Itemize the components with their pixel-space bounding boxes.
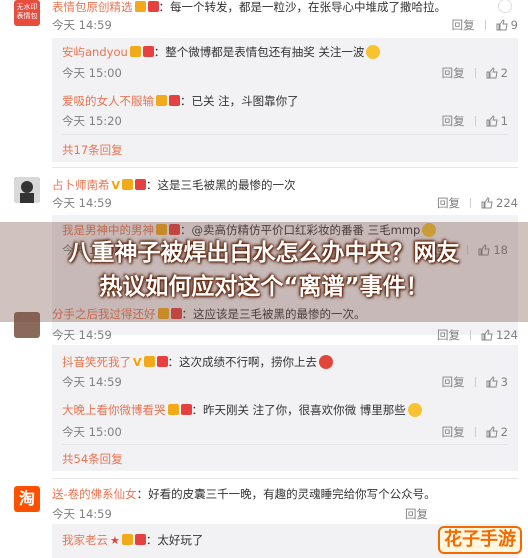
reply-button[interactable]: 回复 [437, 328, 460, 342]
comment-actions: 回复 [405, 506, 428, 522]
comment-text: ：好看的皮囊三千一晚，有趣的灵魂睡完给你写个公众号。 [136, 487, 436, 501]
headline-line-2: 热议如何应对这个“离谱”事件！ [99, 274, 429, 300]
more-replies-link[interactable]: 共54条回复 [62, 451, 123, 467]
comment-text: ：这次成绩不行啊，捞你上去 [167, 355, 318, 369]
comment-text: ：每一个转发，都是一粒沙，在张导心中堆成了撒哈拉。 [158, 0, 447, 14]
comment-author[interactable]: 表情包原创精选 [52, 0, 133, 14]
thumbs-up-icon[interactable] [486, 115, 498, 127]
reply-button[interactable]: 回复 [442, 425, 465, 439]
comment-time: 今天 15:00 [62, 66, 122, 80]
vip-badge-icon [121, 534, 133, 545]
reply-button[interactable]: 回复 [442, 66, 465, 80]
vip-badge-icon [167, 404, 179, 415]
divider [470, 198, 472, 208]
divider [52, 167, 518, 168]
comment-text: ：这是三毛被黑的最惨的一次 [146, 178, 296, 192]
thumbs-up-icon[interactable] [481, 329, 493, 341]
like-count: 3 [500, 375, 508, 389]
like-count: 124 [496, 328, 518, 342]
comment-author[interactable]: 大晚上看你微博看哭 [62, 403, 166, 417]
red-badge-icon [180, 404, 192, 415]
emoji-icon [366, 45, 381, 59]
comment-author[interactable]: 爱吸的女人不服输 [62, 94, 154, 108]
thumbs-up-icon[interactable] [496, 19, 508, 31]
comment-author[interactable]: 占卜师南希 [52, 178, 110, 192]
angry-emoji-icon [319, 355, 334, 369]
comment-text: ：昨天刚关 注了你，很喜欢你微 博里那些 [191, 403, 406, 417]
reply-button[interactable]: 回复 [442, 114, 465, 128]
comment-time: 今天 14:59 [52, 328, 112, 342]
red-badge-icon [169, 95, 180, 106]
emoji-icon [498, 0, 512, 13]
like-count: 224 [496, 196, 518, 210]
reply-button[interactable]: 回复 [405, 507, 428, 521]
emoji-icon [407, 403, 422, 417]
divider [474, 377, 476, 387]
divider [52, 478, 518, 479]
vip-badge-icon [143, 356, 155, 367]
red-badge-icon [135, 179, 147, 190]
divider [474, 68, 476, 78]
vip-badge-icon [122, 179, 134, 190]
star-icon: ★ [110, 534, 120, 547]
like-count: 2 [500, 425, 508, 439]
avatar[interactable] [14, 177, 40, 203]
divider [62, 444, 508, 445]
thumbs-up-icon[interactable] [486, 426, 498, 438]
headline: 八重神子被焊出白水怎么办中央？网友 热议如何应对这个“离谱”事件！ [0, 236, 528, 304]
comment-actions: 回复 9 [452, 17, 518, 33]
comment-author[interactable]: 抖音笑死我了 [62, 355, 131, 369]
thumbs-up-icon[interactable] [481, 197, 493, 209]
comment-author[interactable]: 送-卷的佛系仙女 [52, 487, 137, 501]
comment-actions: 回复 3 [442, 374, 508, 390]
verified-v-icon: V [133, 356, 142, 369]
comment-actions [496, 0, 512, 13]
weibo-comment-list: 无水印表情包 表情包原创精选 ：每一个转发，都是一粒沙，在张导心中堆成了撒哈拉。 … [0, 0, 528, 558]
comment-actions: 回复 224 [437, 195, 518, 211]
divider [470, 330, 472, 340]
comment-time: 今天 14:59 [62, 375, 122, 389]
comment-time: 今天 15:00 [62, 425, 122, 439]
reply-button[interactable]: 回复 [452, 18, 475, 32]
comment-text: ：太好玩了 [145, 533, 204, 547]
comment-text: ：已关 注，斗图靠你了 [180, 94, 299, 108]
headline-line-1: 八重神子被焊出白水怎么办中央？网友 [68, 240, 460, 266]
thumbs-up-icon[interactable] [486, 67, 498, 79]
site-watermark: 花子手游 [438, 526, 522, 554]
divider [474, 116, 476, 126]
divider [484, 20, 486, 30]
comment-actions: 回复 124 [437, 327, 518, 343]
like-count: 9 [510, 18, 518, 32]
comment-actions: 回复 2 [442, 424, 508, 440]
comment-actions: 回复 2 [442, 65, 508, 81]
comment-time: 今天 14:59 [52, 507, 112, 521]
reply-button[interactable]: 回复 [442, 375, 465, 389]
like-count: 1 [500, 114, 508, 128]
comment-time: 今天 14:59 [52, 196, 112, 210]
comment-text: ：整个微博都是表情包还有抽奖 关注一波 [153, 45, 365, 59]
comment-time: 今天 14:59 [52, 18, 112, 32]
comment-actions: 回复 1 [442, 113, 508, 129]
red-badge-icon [142, 46, 154, 57]
vip-badge-icon [156, 95, 167, 106]
avatar[interactable]: 淘 [14, 486, 40, 512]
like-count: 2 [500, 66, 508, 80]
divider [474, 427, 476, 437]
verified-v-icon: V [111, 179, 121, 192]
red-badge-icon [156, 356, 168, 367]
vip-badge-icon [134, 1, 146, 12]
red-badge-icon [134, 534, 146, 545]
thumbs-up-icon[interactable] [486, 376, 498, 388]
red-badge-icon [147, 1, 159, 12]
divider [62, 134, 508, 135]
reply-button[interactable]: 回复 [437, 196, 460, 210]
avatar[interactable]: 无水印表情包 [14, 0, 40, 26]
vip-badge-icon [129, 46, 141, 57]
comment-time: 今天 15:20 [62, 114, 122, 128]
more-replies-link[interactable]: 共17条回复 [62, 142, 123, 158]
comment-author[interactable]: 我家老云 [62, 533, 108, 547]
comment-author[interactable]: 安屿andyou [62, 45, 128, 59]
